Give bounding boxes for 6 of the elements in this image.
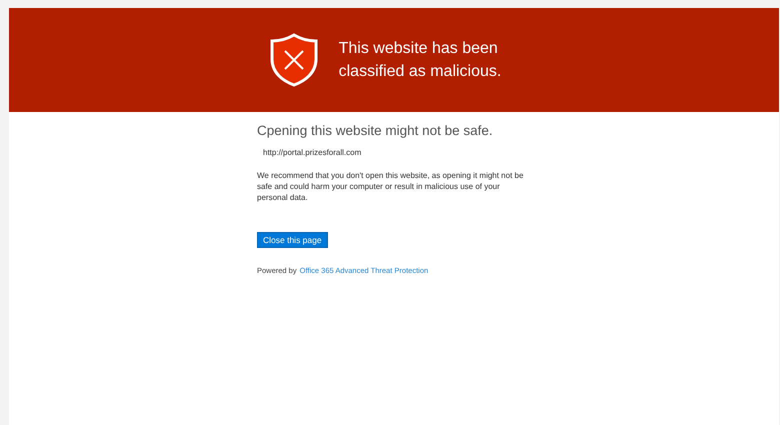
- banner-title: This website has been classified as malicious.: [338, 39, 502, 82]
- close-page-button[interactable]: Close this page: [257, 232, 328, 248]
- blocked-url: http://portal.prizesforall.com: [263, 148, 362, 157]
- shield-icon: [268, 33, 319, 87]
- warning-heading: Cpening this website might not be safe.: [257, 123, 493, 138]
- warning-message: We recommend that you don't open this website, as opening it might not be safe and could harm your computer or result in malicious use of your personal data.: [257, 170, 524, 203]
